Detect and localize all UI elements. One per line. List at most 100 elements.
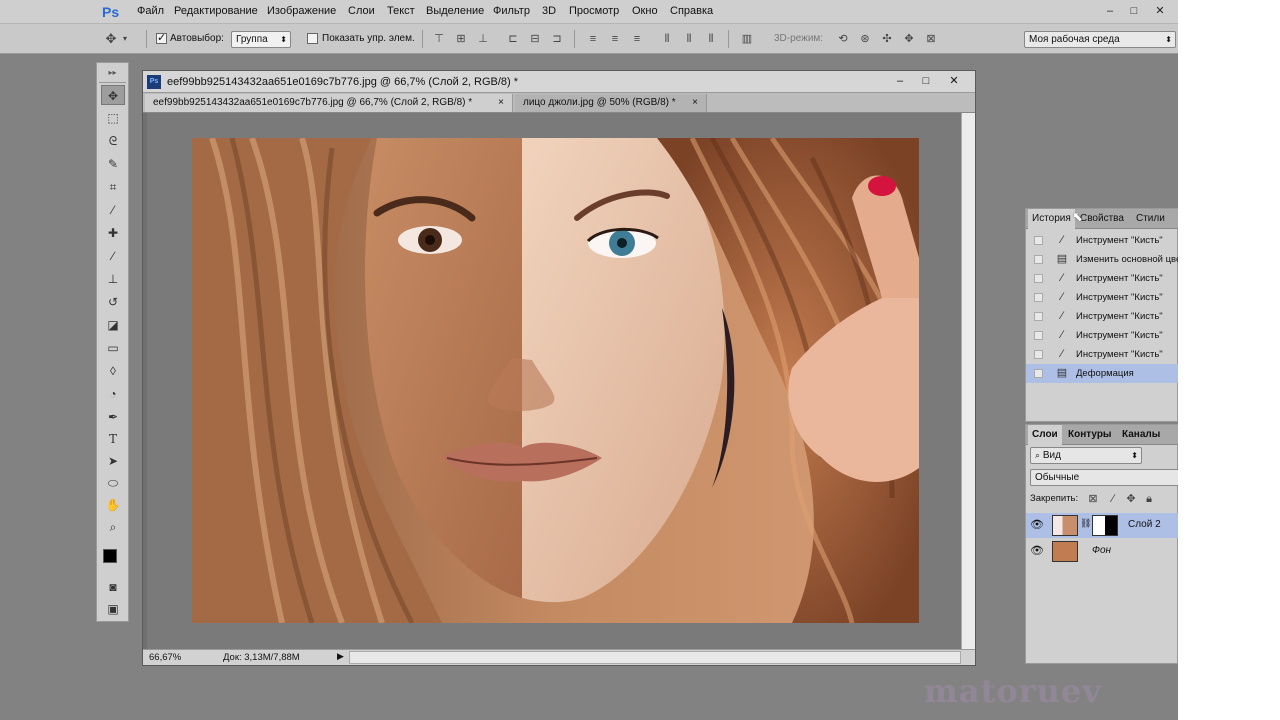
autoselect-checkbox[interactable]: ✓ [156,32,167,44]
menu-window[interactable]: Окно [632,5,658,17]
brush-tool-icon[interactable]: ∕ [101,246,125,266]
screen-mode-icon[interactable]: ▣ [101,599,125,619]
tab-history[interactable]: История [1028,209,1075,229]
drag3d-icon[interactable]: ✣ [880,32,894,46]
doc-maximize-button[interactable]: □ [915,73,937,89]
distribute-left-icon[interactable]: ⦀ [660,32,674,46]
align-top-icon[interactable]: ⊤ [432,32,446,46]
hand-tool-icon[interactable]: ✋ [101,495,125,515]
tab-styles[interactable]: Стили [1132,209,1169,229]
move-tool-icon[interactable]: ✥ [101,85,125,105]
dodge-tool-icon[interactable]: ◔ [101,384,125,404]
eyedropper-tool-icon[interactable]: ⁄ [101,200,125,220]
lock-pixels-icon[interactable]: ∕ [1106,492,1120,506]
lasso-tool-icon[interactable]: ᘓ [101,131,125,151]
menu-text[interactable]: Текст [387,5,415,17]
history-snapshot-checkbox[interactable] [1034,255,1043,264]
app-minimize-button[interactable]: – [1100,3,1120,19]
layer-row[interactable]: 👁︎ ⛓︎ Слой 2 [1026,513,1178,538]
menu-filter[interactable]: Фильтр [493,5,530,17]
crop-tool-icon[interactable]: ⌗ [101,177,125,197]
menu-edit[interactable]: Редактирование [174,5,258,17]
history-snapshot-checkbox[interactable] [1034,274,1043,283]
distribute-hcenter-icon[interactable]: ⦀ [682,32,696,46]
healing-tool-icon[interactable]: ✚ [101,223,125,243]
menu-file[interactable]: Файл [137,5,164,17]
pen-tool-icon[interactable]: ✒ [101,407,125,427]
layer-mask-thumbnail[interactable] [1092,515,1118,536]
history-item[interactable]: ▤ Изменить основной цвет [1026,250,1178,269]
blur-tool-icon[interactable]: ◊ [101,361,125,381]
align-vcenter-icon[interactable]: ⊞ [454,32,468,46]
show-controls-checkbox[interactable] [307,33,318,44]
doc-close-button[interactable]: ✕ [943,73,965,89]
menu-image[interactable]: Изображение [267,5,336,17]
blend-mode-select[interactable]: Обычные [1030,469,1178,486]
close-icon[interactable]: × [692,94,698,112]
lock-position-icon[interactable]: ✥ [1124,492,1138,506]
status-menu-arrow-icon[interactable]: ▶ [337,651,344,662]
app-close-button[interactable]: ✕ [1150,3,1170,19]
history-brush-tool-icon[interactable]: ↺ [101,292,125,312]
workspace-select[interactable]: Моя рабочая среда ⬍ [1024,31,1176,48]
quick-mask-icon[interactable]: ◙ [101,577,125,597]
eye-icon[interactable]: 👁︎ [1030,544,1044,557]
align-right-icon[interactable]: ⊐ [550,32,564,46]
distribute-top-icon[interactable]: ≡ [586,32,600,46]
auto-align-icon[interactable]: ▥ [740,32,754,46]
vertical-scrollbar[interactable] [961,113,975,649]
quick-select-tool-icon[interactable]: ✎ [101,154,125,174]
horizontal-scrollbar[interactable] [349,651,961,664]
history-snapshot-checkbox[interactable] [1034,236,1043,245]
menu-layers[interactable]: Слои [348,5,375,17]
history-snapshot-checkbox[interactable] [1034,350,1043,359]
align-bottom-icon[interactable]: ⊥ [476,32,490,46]
history-item[interactable]: ∕ Инструмент "Кисть" [1026,326,1178,345]
history-item[interactable]: ∕ Инструмент "Кисть" [1026,231,1178,250]
shape-tool-icon[interactable]: ⬭ [101,473,125,493]
slide3d-icon[interactable]: ✥ [902,32,916,46]
eye-icon[interactable]: 👁︎ [1030,518,1044,531]
foreground-color-swatch[interactable] [103,549,117,563]
doc-tab-active[interactable]: eef99bb925143432aa651e0169c7b776.jpg @ 6… [145,94,513,112]
doc-tab-inactive[interactable]: лицо джоли.jpg @ 50% (RGB/8) * × [515,94,707,112]
tab-channels[interactable]: Каналы [1118,425,1164,445]
tab-layers[interactable]: Слои [1028,425,1062,445]
tab-properties[interactable]: Свойства [1076,209,1128,229]
distribute-vcenter-icon[interactable]: ≡ [608,32,622,46]
history-snapshot-checkbox[interactable] [1034,331,1043,340]
chevron-down-icon[interactable]: ▾ [118,32,132,46]
distribute-bottom-icon[interactable]: ≡ [630,32,644,46]
stamp-tool-icon[interactable]: ⊥ [101,269,125,289]
gradient-tool-icon[interactable]: ▭ [101,338,125,358]
zoom-tool-icon[interactable]: ⌕ [101,517,125,537]
eraser-tool-icon[interactable]: ◪ [101,315,125,335]
marquee-tool-icon[interactable]: ⬚ [101,108,125,128]
history-snapshot-checkbox[interactable] [1034,369,1043,378]
history-snapshot-checkbox[interactable] [1034,312,1043,321]
app-maximize-button[interactable]: □ [1124,3,1144,19]
layer-filter-select[interactable]: ⌕ Вид ⬍ [1030,447,1142,464]
move-tool-preset-icon[interactable]: ✥ [104,32,118,46]
type-tool-icon[interactable]: T [101,429,125,449]
scale3d-icon[interactable]: ⊠ [924,32,938,46]
history-item-selected[interactable]: ▤ Деформация [1026,364,1178,383]
tab-paths[interactable]: Контуры [1064,425,1115,445]
menu-help[interactable]: Справка [670,5,713,17]
link-icon[interactable]: ⛓︎ [1080,518,1091,529]
autoselect-select[interactable]: Группа ⬍ [231,31,291,48]
menu-view[interactable]: Просмотр [569,5,619,17]
history-snapshot-checkbox[interactable] [1034,293,1043,302]
align-hcenter-icon[interactable]: ⊟ [528,32,542,46]
close-icon[interactable]: × [498,94,504,112]
lock-transparency-icon[interactable]: ⊠ [1086,492,1100,506]
rotate3d-icon[interactable]: ⟲ [836,32,850,46]
document-image[interactable] [192,138,919,623]
zoom-level[interactable]: 66,67% [149,652,181,663]
canvas-area[interactable] [147,113,961,649]
menu-3d[interactable]: 3D [542,5,556,17]
path-select-tool-icon[interactable]: ➤ [101,451,125,471]
layer-row[interactable]: 👁︎ Фон [1026,539,1178,564]
grip-icon[interactable]: ▸▸ [99,65,126,83]
roll3d-icon[interactable]: ⊛ [858,32,872,46]
